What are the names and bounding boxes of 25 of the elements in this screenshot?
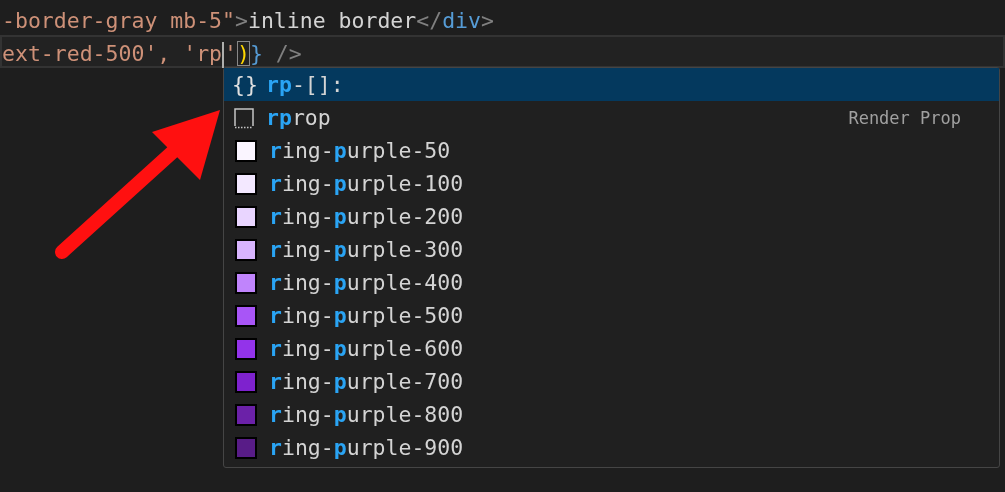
code-token: ext-red-500', 'rp bbox=[2, 41, 223, 66]
text-cursor bbox=[222, 42, 225, 68]
suggestion-item[interactable]: ring-purple-50 bbox=[224, 134, 999, 167]
property-icon bbox=[232, 105, 256, 130]
suggestion-item[interactable]: ring-purple-800 bbox=[224, 398, 999, 431]
code-token: </ bbox=[416, 8, 443, 33]
suggestion-item[interactable]: ring-purple-200 bbox=[224, 200, 999, 233]
suggestion-item[interactable]: ring-purple-600 bbox=[224, 332, 999, 365]
code-token: > bbox=[480, 8, 494, 33]
code-token: div bbox=[442, 8, 481, 33]
suggestion-item[interactable]: ring-purple-900 bbox=[224, 431, 999, 464]
code-token: > bbox=[235, 8, 248, 33]
code-token: /> bbox=[274, 41, 302, 66]
suggestion-item[interactable]: {} rp-[]: bbox=[224, 68, 999, 101]
suggestion-item[interactable]: rprop Render Prop bbox=[224, 101, 999, 134]
suggestion-item[interactable]: ring-purple-100 bbox=[224, 167, 999, 200]
suggestion-item[interactable]: ring-purple-300 bbox=[224, 233, 999, 266]
suggestion-item[interactable]: ring-purple-700 bbox=[224, 365, 999, 398]
code-token: inline border bbox=[247, 8, 417, 33]
suggestion-item[interactable]: ring-purple-400 bbox=[224, 266, 999, 299]
code-token: ' bbox=[224, 41, 237, 66]
code-token: ) bbox=[237, 41, 250, 66]
code-token: -border-gray mb-5" bbox=[2, 8, 235, 33]
code-token: } bbox=[249, 41, 263, 66]
suggestion-item[interactable]: ring-purple-500 bbox=[224, 299, 999, 332]
